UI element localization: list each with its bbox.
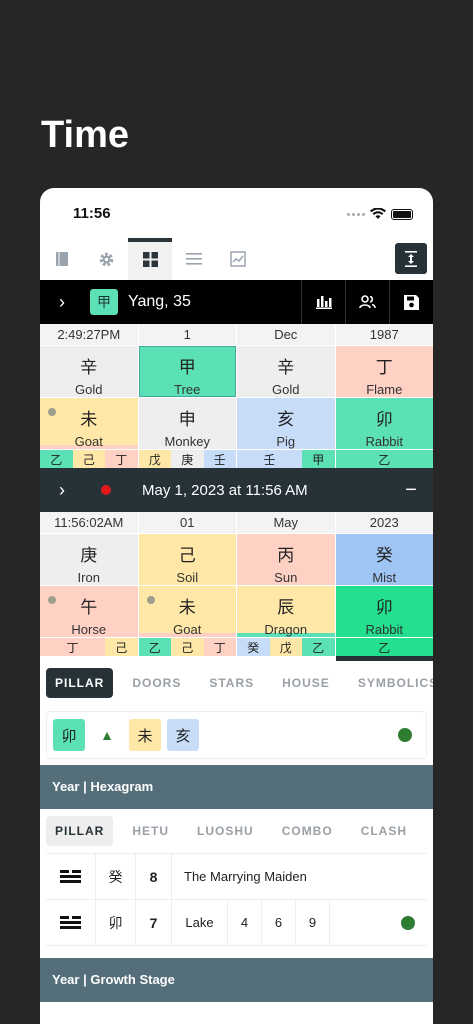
pillar-header: 1 (138, 324, 236, 345)
branch-cell[interactable]: 申 Monkey (138, 398, 236, 449)
hidden-stems: 乙 (335, 638, 433, 661)
save-icon[interactable] (389, 280, 433, 324)
minus-icon[interactable]: − (389, 479, 433, 502)
hidden-stems: 壬甲 (237, 450, 335, 468)
pillar-header: May (237, 512, 335, 533)
list-icon[interactable] (172, 238, 216, 280)
hidden-stems: 丁己 (40, 638, 138, 656)
expand-icon[interactable] (395, 243, 427, 274)
pillar-header: Dec (237, 324, 335, 345)
tab-luoshu[interactable]: LUOSHU (188, 816, 263, 846)
branch-cell[interactable]: 未 Goat (40, 398, 138, 449)
gear-icon[interactable] (84, 238, 128, 280)
status-time: 11:56 (73, 205, 111, 222)
bar-chart-icon[interactable] (301, 280, 345, 324)
stem-cell[interactable]: 甲 Tree (138, 346, 236, 397)
hidden-stems: 乙己丁 (138, 638, 236, 656)
marker-dot (48, 596, 56, 604)
chevron-right-icon[interactable]: › (40, 480, 84, 501)
chip[interactable]: 卯 (53, 719, 85, 751)
phone-screen: 11:56 › 甲 Yang, 35 2:49:27PM 1 Dec 1987 … (40, 188, 433, 1024)
page-title: Time (41, 114, 130, 156)
natal-header-bar: › 甲 Yang, 35 (40, 280, 433, 324)
hidden-stems: 癸戊乙 (237, 638, 335, 656)
marker-dot (48, 408, 56, 416)
tab-house[interactable]: HOUSE (273, 668, 339, 698)
book-icon[interactable] (40, 238, 84, 280)
hidden-stems: 戊庚壬 (138, 450, 236, 468)
battery-icon (391, 208, 413, 220)
chart-icon[interactable] (216, 238, 260, 280)
tab-clash[interactable]: CLASH (352, 816, 416, 846)
wifi-icon (370, 208, 386, 219)
day-master-badge: 甲 (90, 289, 118, 315)
chevron-right-icon[interactable]: › (40, 292, 84, 313)
natal-summary: Yang, 35 (128, 293, 191, 310)
tab-doors[interactable]: DOORS (123, 668, 190, 698)
hexagram-row: 卯 7 Lake 4 6 9 (46, 900, 427, 946)
hidden-stems: 乙 (335, 450, 433, 468)
stem-cell[interactable]: 丙 Sun (237, 534, 335, 585)
branch-cell[interactable]: 卯 Rabbit (335, 398, 433, 449)
branch-cell[interactable]: 亥 Pig (237, 398, 335, 449)
status-bar: 11:56 (40, 188, 433, 238)
chip[interactable]: 亥 (167, 719, 199, 751)
pillar-header: 01 (138, 512, 236, 533)
branch-cell[interactable]: 卯 Rabbit (335, 586, 433, 637)
natal-pillars: 2:49:27PM 1 Dec 1987 辛 Gold 甲 Tree 辛 Gold 丁… (40, 324, 433, 468)
stem-cell[interactable]: 癸 Mist (335, 534, 433, 585)
pillar-chip-row: 卯 ▲ 未 亥 (46, 711, 427, 759)
tab-pillar[interactable]: PILLAR (46, 816, 114, 846)
branch-cell[interactable]: 未 Goat (138, 586, 236, 637)
pillar-header: 1987 (335, 324, 433, 345)
grid-icon[interactable] (128, 238, 172, 280)
people-icon[interactable] (345, 280, 389, 324)
status-dot (398, 728, 412, 742)
hexagram-row: 癸 8 The Marrying Maiden (46, 854, 427, 900)
status-dot (401, 915, 415, 930)
tab-stars[interactable]: STARS (200, 668, 263, 698)
hexagram-icon (46, 854, 96, 899)
branch-cell[interactable]: 午 Horse (40, 586, 138, 637)
top-toolbar (40, 238, 433, 280)
section-header: Year | Growth Stage (40, 958, 433, 1002)
current-pillars: 11:56:02AM 01 May 2023 庚 Iron 己 Soil 丙 Sun … (40, 512, 433, 661)
marker-dot (146, 596, 155, 604)
section-header: Year | Hexagram (40, 765, 433, 809)
pillar-header: 2023 (335, 512, 433, 533)
stem-cell[interactable]: 丁 Flame (335, 346, 433, 397)
current-time-bar: › May 1, 2023 at 11:56 AM − (40, 468, 433, 512)
hexagram-icon (46, 900, 96, 945)
record-dot-icon[interactable] (84, 485, 128, 495)
stem-cell[interactable]: 辛 Gold (40, 346, 138, 397)
stem-cell[interactable]: 己 Soil (138, 534, 236, 585)
signal-icon (347, 212, 365, 216)
hexagram-tabs: PILLAR HETU LUOSHU COMBO CLASH (40, 809, 433, 853)
pillar-header: 2:49:27PM (40, 324, 138, 345)
chip[interactable]: 未 (129, 719, 161, 751)
tab-symbolics[interactable]: SYMBOLICS (349, 668, 433, 698)
pillar-header: 11:56:02AM (40, 512, 138, 533)
stem-cell[interactable]: 庚 Iron (40, 534, 138, 585)
detail-tabs: PILLAR DOORS STARS HOUSE SYMBOLICS (40, 661, 433, 705)
stem-cell[interactable]: 辛 Gold (237, 346, 335, 397)
tab-combo[interactable]: COMBO (273, 816, 342, 846)
triangle-up-icon: ▲ (100, 727, 114, 743)
branch-cell[interactable]: 辰 Dragon (237, 586, 335, 637)
tab-hetu[interactable]: HETU (123, 816, 178, 846)
current-datetime[interactable]: May 1, 2023 at 11:56 AM (142, 482, 389, 499)
tab-pillar[interactable]: PILLAR (46, 668, 114, 698)
hidden-stems: 乙己丁 (40, 450, 138, 468)
